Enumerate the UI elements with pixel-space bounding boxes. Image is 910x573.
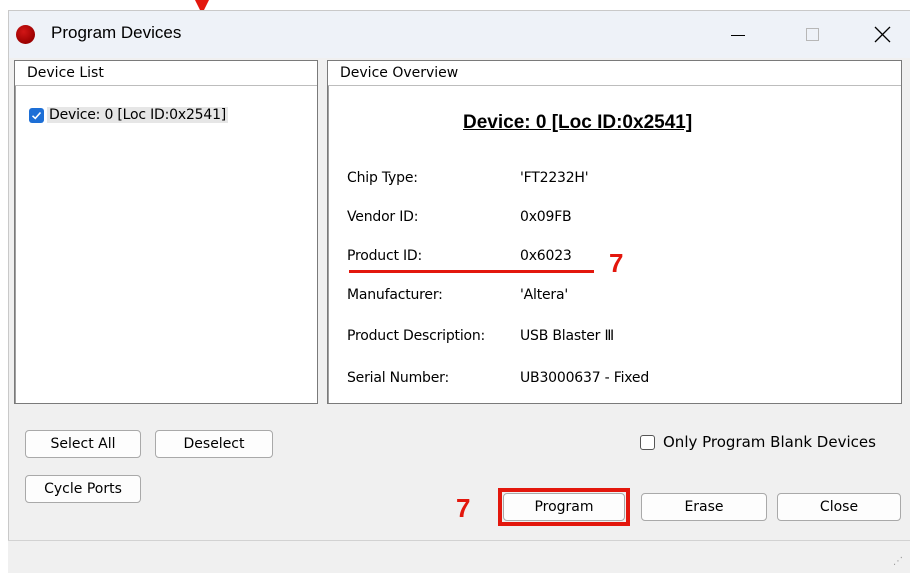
vendor-id-label: Vendor ID: (347, 209, 419, 225)
maximize-button[interactable] (781, 11, 843, 58)
chip-type-label: Chip Type: (347, 170, 418, 186)
close-window-button[interactable] (851, 11, 910, 58)
device-list-header: Device List (15, 61, 317, 86)
product-description-label: Product Description: (347, 328, 486, 344)
checkmark-icon (31, 111, 42, 120)
deselect-button[interactable]: Deselect (155, 430, 273, 458)
product-id-label: Product ID: (347, 248, 423, 264)
serial-number-value: UB3000637 - Fixed (520, 370, 650, 386)
status-bar: ⋰ (8, 540, 910, 573)
title-bar[interactable]: Program Devices (9, 11, 910, 58)
annotation-highlight-box (498, 488, 630, 526)
device-checkbox[interactable] (29, 107, 44, 123)
device-heading: Device: 0 [Loc ID:0x2541] (463, 112, 693, 133)
cycle-ports-button[interactable]: Cycle Ports (25, 475, 141, 503)
close-icon (874, 26, 890, 43)
select-all-button[interactable]: Select All (25, 430, 141, 458)
chip-type-value: 'FT2232H' (520, 170, 589, 186)
close-button[interactable]: Close (777, 493, 901, 521)
manufacturer-label: Manufacturer: (347, 287, 443, 303)
annotation-number: 7 (609, 248, 624, 278)
window-title: Program Devices (51, 23, 182, 42)
annotation-underline (349, 270, 594, 273)
product-description-value: USB Blaster Ⅲ (520, 328, 614, 344)
device-list-item[interactable]: Device: 0 [Loc ID:0x2541] (29, 105, 229, 125)
minimize-button[interactable] (707, 11, 769, 58)
resize-grip-icon[interactable]: ⋰ (893, 556, 904, 567)
erase-button[interactable]: Erase (641, 493, 767, 521)
device-item-label: Device: 0 [Loc ID:0x2541] (47, 107, 229, 123)
vendor-id-value: 0x09FB (520, 209, 572, 225)
annotation-number: 7 (456, 493, 471, 523)
only-blank-option[interactable]: Only Program Blank Devices (640, 433, 876, 451)
manufacturer-value: 'Altera' (520, 287, 569, 303)
serial-number-label: Serial Number: (347, 370, 449, 386)
product-id-value: 0x6023 (520, 248, 572, 264)
device-overview-header: Device Overview (328, 61, 901, 86)
only-blank-checkbox[interactable] (640, 434, 655, 450)
app-icon (16, 25, 35, 44)
only-blank-label: Only Program Blank Devices (663, 433, 876, 451)
